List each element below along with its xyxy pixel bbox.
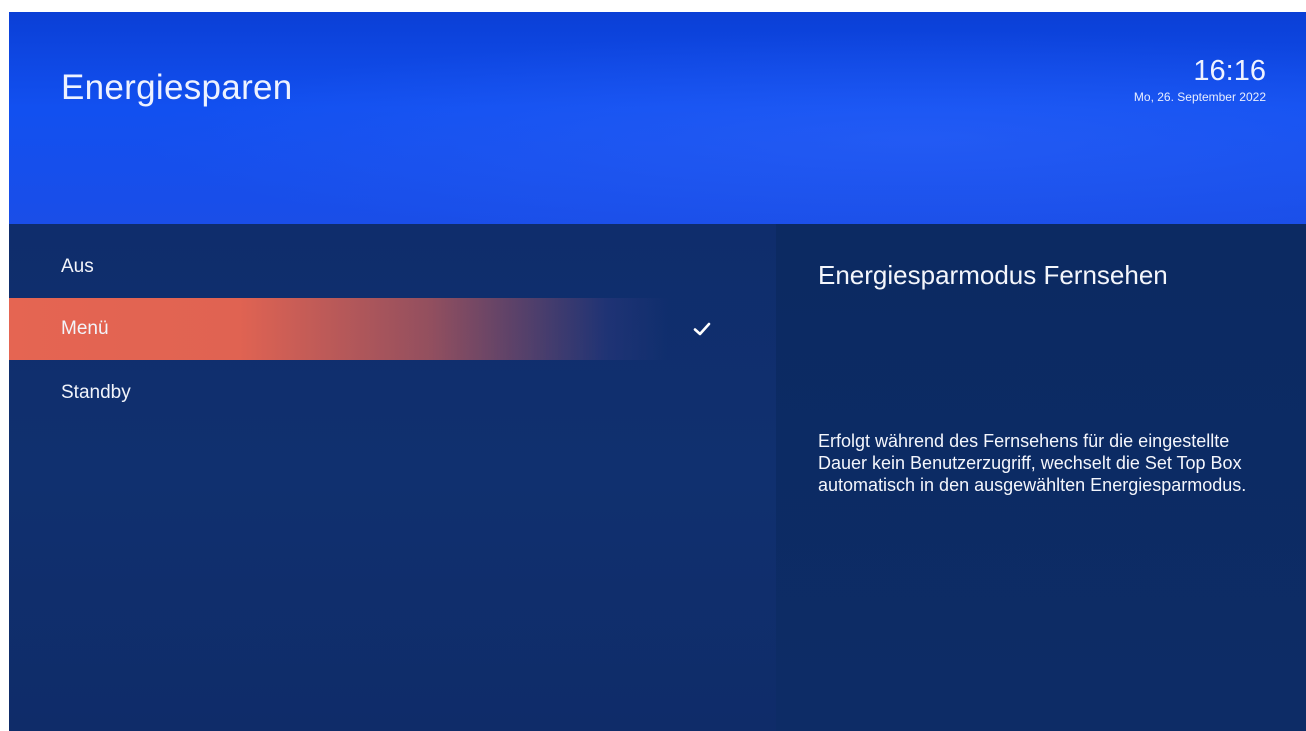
options-list: Aus Menü Standby [9,224,776,731]
clock-date: Mo, 26. September 2022 [1133,90,1266,104]
option-menu[interactable]: Menü [9,298,776,360]
option-label: Aus [61,256,94,277]
clock-time: 16:16 [1193,55,1266,87]
info-title: Energiesparmodus Fernsehen [818,260,1168,290]
option-aus[interactable]: Aus [9,236,776,298]
tv-screen: Energiesparen 16:16 Mo, 26. September 20… [9,12,1306,731]
info-panel: Energiesparmodus Fernsehen Erfolgt währe… [776,224,1306,731]
option-standby[interactable]: Standby [9,362,776,424]
page-title: Energiesparen [61,68,293,107]
header-bar: Energiesparen 16:16 Mo, 26. September 20… [9,12,1306,224]
option-label: Standby [61,382,131,403]
option-label: Menü [61,318,109,339]
clock: 16:16 Mo, 26. September 2022 [1134,54,1266,104]
checkmark-icon [693,322,711,336]
info-description: Erfolgt während des Fernsehens für die e… [818,431,1247,495]
